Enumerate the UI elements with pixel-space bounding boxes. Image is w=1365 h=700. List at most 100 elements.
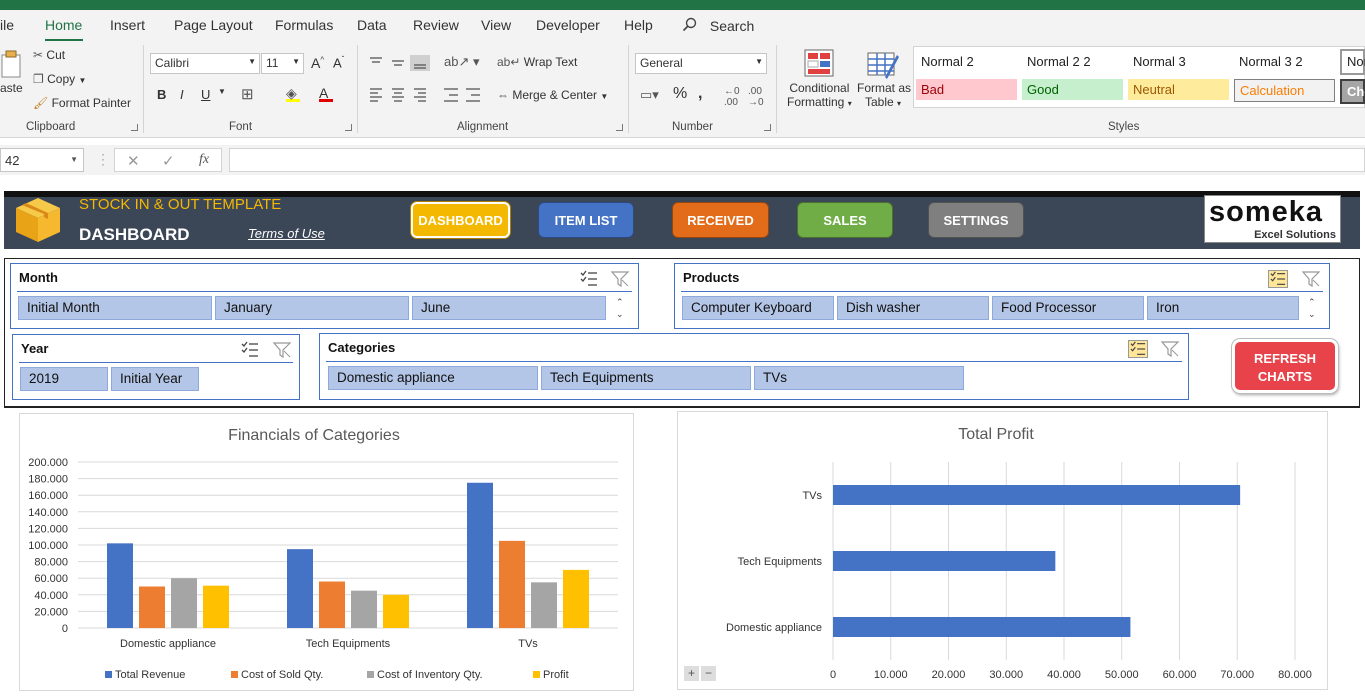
decrease-decimal-icon[interactable]: .00 →0 xyxy=(748,86,764,108)
increase-decimal-icon[interactable]: ←0.00 xyxy=(724,86,740,108)
slicer-item[interactable]: Iron xyxy=(1147,296,1299,320)
style-normal-2[interactable]: Normal 2 xyxy=(916,51,1016,72)
multi-select-icon[interactable] xyxy=(579,270,599,288)
tab-review[interactable]: Review xyxy=(413,17,459,33)
formula-input[interactable] xyxy=(229,148,1365,172)
clear-filter-icon[interactable] xyxy=(610,270,630,288)
nav-received-button[interactable]: RECEIVED xyxy=(672,202,769,238)
fill-color-icon[interactable]: ◈ xyxy=(286,85,300,102)
tab-data[interactable]: Data xyxy=(357,17,387,33)
cut-button[interactable]: ✂ Cut xyxy=(33,48,65,62)
slicer-item[interactable]: Dish washer xyxy=(837,296,989,320)
chevron-down-icon[interactable]: ▼ xyxy=(218,87,226,96)
nav-settings-button[interactable]: SETTINGS xyxy=(928,202,1024,238)
slicer-item[interactable]: Food Processor xyxy=(992,296,1144,320)
slicer-item[interactable]: Initial Month xyxy=(18,296,212,320)
financials-chart[interactable]: Financials of Categories 0 20.000 40.000 60.… xyxy=(19,413,634,691)
font-color-icon[interactable]: A xyxy=(319,85,333,102)
tab-formulas[interactable]: Formulas xyxy=(275,17,333,33)
zoom-out-button[interactable]: − xyxy=(701,666,716,681)
slicer-month-title: Month xyxy=(19,270,58,285)
style-normal[interactable]: Nor xyxy=(1340,49,1365,75)
tab-help[interactable]: Help xyxy=(624,17,653,33)
font-launcher-icon[interactable] xyxy=(345,124,352,131)
slicer-item[interactable]: Tech Equipments xyxy=(541,366,751,390)
tab-developer[interactable]: Developer xyxy=(536,17,600,33)
copy-button[interactable]: ❐ Copy ▼ xyxy=(33,72,86,86)
slicer-item[interactable]: Domestic appliance xyxy=(328,366,538,390)
vertical-align-icons[interactable] xyxy=(368,55,430,71)
nav-dashboard-button[interactable]: DASHBOARD xyxy=(411,202,510,238)
style-normal-3[interactable]: Normal 3 xyxy=(1128,51,1228,72)
clipboard-launcher-icon[interactable] xyxy=(131,124,138,131)
drag-handle-icon[interactable]: ⋮ xyxy=(96,151,110,168)
style-normal-3-2[interactable]: Normal 3 2 xyxy=(1234,51,1334,72)
refresh-charts-button[interactable]: REFRESH CHARTS xyxy=(1232,339,1338,393)
tab-insert[interactable]: Insert xyxy=(110,17,145,33)
alignment-launcher-icon[interactable] xyxy=(616,124,623,131)
format-painter-button[interactable]: 🖌 Format Painter xyxy=(33,96,131,110)
enter-icon[interactable]: ✓ xyxy=(162,152,175,170)
number-launcher-icon[interactable] xyxy=(764,124,771,131)
grow-font-icon[interactable]: A^ xyxy=(311,55,324,71)
terms-of-use-link[interactable]: Terms of Use xyxy=(248,226,325,241)
conditional-formatting-button[interactable]: Conditional Formatting ▾ xyxy=(787,81,852,109)
slicer-item[interactable]: June xyxy=(412,296,606,320)
orientation-icon[interactable]: ab↗ ▾ xyxy=(444,54,480,70)
slicer-item[interactable]: Initial Year xyxy=(111,367,199,391)
number-format-select[interactable]: General ▼ xyxy=(635,53,767,74)
slicer-scroll-icon[interactable]: ⌃ ⌄ xyxy=(1308,296,1316,320)
slicer-item[interactable]: January xyxy=(215,296,409,320)
tab-file[interactable]: ile xyxy=(0,17,14,33)
paste-label[interactable]: aste xyxy=(0,81,23,95)
slicer-item[interactable]: 2019 xyxy=(20,367,108,391)
wrap-text-button[interactable]: ab↵ Wrap Text xyxy=(497,55,577,69)
nav-item-list-button[interactable]: ITEM LIST xyxy=(538,202,634,238)
paste-icon[interactable] xyxy=(0,49,24,79)
bold-icon[interactable]: B xyxy=(157,87,166,102)
slicer-scroll-icon[interactable]: ⌃ ⌄ xyxy=(616,296,624,320)
underline-icon[interactable]: U xyxy=(201,87,210,102)
slicer-item[interactable]: Computer Keyboard xyxy=(682,296,834,320)
format-as-table-button[interactable]: Format as Table ▾ xyxy=(857,81,911,109)
tab-home[interactable]: Home xyxy=(45,17,82,33)
multi-select-icon[interactable] xyxy=(240,341,260,359)
font-name-select[interactable]: Calibri ▼ xyxy=(150,53,260,74)
style-neutral[interactable]: Neutral xyxy=(1128,79,1229,100)
indent-icons[interactable] xyxy=(442,87,482,103)
style-calculation[interactable]: Calculation xyxy=(1234,79,1335,102)
multi-select-icon[interactable] xyxy=(1268,270,1288,288)
style-normal-2-2[interactable]: Normal 2 2 xyxy=(1022,51,1122,72)
accounting-format-icon[interactable]: ▭▾ xyxy=(640,87,659,103)
chevron-down-icon: ▼ xyxy=(755,57,763,66)
zoom-in-button[interactable]: + xyxy=(684,666,699,681)
tab-view[interactable]: View xyxy=(481,17,511,33)
nav-sales-button[interactable]: SALES xyxy=(797,202,893,238)
chevron-down-icon: ▼ xyxy=(78,76,87,85)
total-profit-chart[interactable]: Total Profit 0 10.000 20.000 30.000 40.000 50.… xyxy=(677,411,1328,690)
comma-style-icon[interactable]: , xyxy=(698,85,702,103)
name-box[interactable]: 42 ▼ xyxy=(0,148,84,172)
tab-page-layout[interactable]: Page Layout xyxy=(174,17,253,33)
italic-icon[interactable]: I xyxy=(180,87,184,102)
format-as-table-icon[interactable] xyxy=(867,49,899,79)
style-check-cell[interactable]: Che xyxy=(1340,79,1365,104)
clear-filter-icon[interactable] xyxy=(272,341,292,359)
cancel-icon[interactable]: ✕ xyxy=(127,152,140,170)
style-good[interactable]: Good xyxy=(1022,79,1123,100)
insert-function-icon[interactable]: fx xyxy=(199,152,209,168)
style-bad[interactable]: Bad xyxy=(916,79,1017,100)
slicer-item[interactable]: TVs xyxy=(754,366,964,390)
clear-filter-icon[interactable] xyxy=(1301,270,1321,288)
font-size-select[interactable]: 11 ▼ xyxy=(261,53,304,74)
clear-filter-icon[interactable] xyxy=(1160,340,1180,358)
borders-icon[interactable]: ⊞ xyxy=(241,85,254,103)
multi-select-icon[interactable] xyxy=(1128,340,1148,358)
percent-icon[interactable]: % xyxy=(673,85,687,103)
conditional-formatting-icon[interactable] xyxy=(804,49,834,77)
x-tick-label: TVs xyxy=(518,638,538,650)
search-box[interactable]: Search xyxy=(682,17,754,34)
horizontal-align-icons[interactable] xyxy=(368,87,430,103)
merge-center-button[interactable]: ⇔ Merge & Center ▼ xyxy=(497,88,608,102)
shrink-font-icon[interactable]: Aˇ xyxy=(333,55,344,70)
